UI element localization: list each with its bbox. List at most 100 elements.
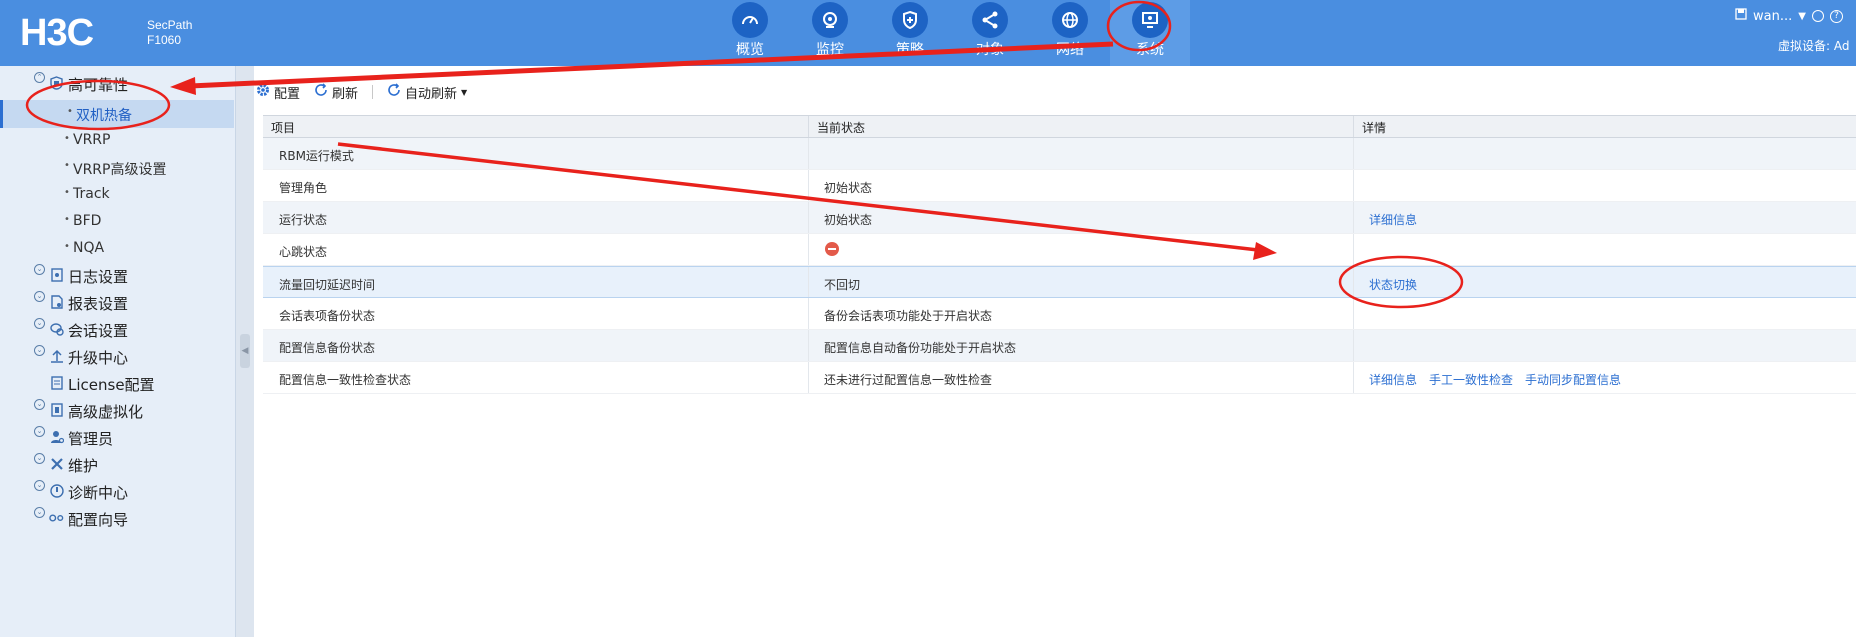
sidebar-item-advanced-virtualization[interactable]: ⌄ 高级虚拟化 bbox=[0, 397, 234, 425]
expand-icon[interactable]: ⌄ bbox=[34, 507, 45, 518]
refresh-icon bbox=[314, 83, 328, 101]
log-icon bbox=[49, 267, 64, 283]
table-row[interactable]: 管理角色 初始状态 bbox=[263, 170, 1856, 202]
sidebar-subitem-nqa[interactable]: • NQA bbox=[0, 235, 234, 263]
table-row[interactable]: 配置信息备份状态 配置信息自动备份功能处于开启状态 bbox=[263, 330, 1856, 362]
sidebar-item-diagnostic-center[interactable]: ⌄ 诊断中心 bbox=[0, 478, 234, 506]
sidebar-item-report-settings[interactable]: ⌄ 报表设置 bbox=[0, 289, 234, 317]
sidebar-subitem-vrrp[interactable]: • VRRP bbox=[0, 127, 234, 155]
column-header-item[interactable]: 项目 bbox=[263, 116, 809, 137]
nav-label: 网络 bbox=[1056, 42, 1084, 58]
manual-sync-config-link[interactable]: 手动同步配置信息 bbox=[1525, 371, 1621, 388]
sidebar-item-label: 升级中心 bbox=[68, 349, 129, 367]
sidebar-item-session-settings[interactable]: ⌄ 会话设置 bbox=[0, 316, 234, 344]
nav-policy[interactable]: 策略 bbox=[870, 0, 950, 66]
sidebar-item-label: 维护 bbox=[68, 457, 99, 475]
row-item: 运行状态 bbox=[279, 213, 328, 227]
sidebar-splitter[interactable]: ◀ bbox=[236, 66, 254, 637]
expand-icon[interactable]: ⌄ bbox=[34, 426, 45, 437]
expand-icon[interactable]: ⌄ bbox=[34, 453, 45, 464]
column-header-status[interactable]: 当前状态 bbox=[809, 116, 1354, 137]
bullet-icon: • bbox=[64, 160, 70, 171]
config-label: 配置 bbox=[274, 86, 301, 102]
sidebar-subitem-track[interactable]: • Track bbox=[0, 181, 234, 209]
sidebar-item-administrator[interactable]: ⌄ 管理员 bbox=[0, 424, 234, 452]
sidebar-subitem-vrrp-advanced[interactable]: • VRRP高级设置 bbox=[0, 154, 234, 182]
sidebar-item-upgrade-center[interactable]: ⌄ 升级中心 bbox=[0, 343, 234, 371]
sidebar-item-config-wizard[interactable]: ⌄ 配置向导 bbox=[0, 505, 234, 533]
details-link[interactable]: 详细信息 bbox=[1369, 371, 1417, 388]
row-item: RBM运行模式 bbox=[279, 149, 354, 163]
table-row[interactable]: 配置信息一致性检查状态 还未进行过配置信息一致性检查 详细信息 手工一致性检查 … bbox=[263, 362, 1856, 394]
sidebar-item-high-reliability[interactable]: ⌃ 高可靠性 bbox=[0, 70, 234, 98]
table-row[interactable]: 流量回切延迟时间 不回切 状态切换 bbox=[263, 266, 1856, 298]
table-row[interactable]: 会话表项备份状态 备份会话表项功能处于开启状态 bbox=[263, 298, 1856, 330]
save-icon[interactable] bbox=[1735, 8, 1747, 24]
manual-consistency-check-link[interactable]: 手工一致性检查 bbox=[1429, 371, 1513, 388]
table-row[interactable]: RBM运行模式 bbox=[263, 138, 1856, 170]
row-item: 会话表项备份状态 bbox=[279, 309, 376, 323]
sidebar-item-label: License配置 bbox=[68, 376, 155, 394]
bullet-icon: • bbox=[67, 106, 73, 117]
sidebar-subitem-label: BFD bbox=[73, 213, 102, 229]
bullet-icon: • bbox=[64, 187, 70, 198]
bullet-icon: • bbox=[64, 241, 70, 252]
gear-icon bbox=[256, 83, 270, 101]
row-status: 备份会话表项功能处于开启状态 bbox=[824, 309, 993, 323]
row-item: 心跳状态 bbox=[279, 245, 328, 259]
nav-label: 策略 bbox=[896, 42, 924, 58]
sidebar-item-label: 管理员 bbox=[68, 430, 114, 448]
expand-icon[interactable]: ⌄ bbox=[34, 318, 45, 329]
nav-overview[interactable]: 概览 bbox=[710, 0, 790, 66]
auto-refresh-dropdown[interactable]: 自动刷新 ▼ bbox=[387, 83, 467, 102]
nav-label: 概览 bbox=[736, 42, 764, 58]
nav-network[interactable]: 网络 bbox=[1030, 0, 1110, 66]
column-header-details[interactable]: 详情 bbox=[1354, 116, 1856, 137]
table-header: 项目 当前状态 详情 bbox=[263, 116, 1856, 138]
sidebar-subitem-bfd[interactable]: • BFD bbox=[0, 208, 234, 236]
user-name[interactable]: wan... bbox=[1753, 9, 1792, 24]
expand-icon[interactable]: ⌄ bbox=[34, 480, 45, 491]
expand-icon[interactable]: ⌄ bbox=[34, 345, 45, 356]
help-icon[interactable]: ? bbox=[1829, 9, 1843, 23]
session-icon bbox=[49, 321, 64, 337]
toolbar-divider bbox=[372, 85, 374, 99]
report-icon bbox=[49, 294, 64, 310]
product-model: SecPath F1060 bbox=[147, 18, 192, 48]
expand-icon[interactable]: ⌄ bbox=[34, 399, 45, 410]
sidebar-item-log-settings[interactable]: ⌄ 日志设置 bbox=[0, 262, 234, 290]
refresh-button[interactable]: 刷新 bbox=[314, 83, 358, 102]
row-item: 流量回切延迟时间 bbox=[279, 278, 376, 292]
bullet-icon: • bbox=[64, 133, 70, 144]
svg-text:H3C: H3C bbox=[20, 14, 94, 50]
nav-label: 监控 bbox=[816, 42, 844, 58]
nav-object[interactable]: 对象 bbox=[950, 0, 1030, 66]
expand-icon[interactable]: ⌄ bbox=[34, 264, 45, 275]
tools-icon bbox=[49, 456, 64, 472]
switch-state-link[interactable]: 状态切换 bbox=[1369, 276, 1417, 293]
product-model-number: F1060 bbox=[147, 33, 182, 47]
caret-down-icon[interactable]: ▼ bbox=[1798, 11, 1806, 22]
sidebar-subitem-label: VRRP高级设置 bbox=[73, 162, 167, 178]
main-nav: 概览 监控 策略 对象 网络 系统 bbox=[710, 0, 1190, 66]
nav-system[interactable]: 系统 bbox=[1110, 0, 1190, 66]
caret-down-icon: ▼ bbox=[461, 87, 468, 97]
nav-monitor[interactable]: 监控 bbox=[790, 0, 870, 66]
collapse-sidebar-icon[interactable]: ◀ bbox=[240, 334, 250, 368]
row-item: 配置信息备份状态 bbox=[279, 341, 376, 355]
sidebar-subitem-hot-standby[interactable]: • 双机热备 bbox=[0, 100, 234, 128]
row-status: 初始状态 bbox=[824, 181, 873, 195]
expand-icon[interactable]: ⌄ bbox=[34, 291, 45, 302]
shield-plus-icon bbox=[892, 2, 928, 38]
collapse-icon[interactable]: ⌃ bbox=[34, 72, 45, 83]
logout-icon[interactable] bbox=[1811, 10, 1824, 22]
user-menu[interactable]: wan... ▼ ? bbox=[1735, 8, 1843, 24]
table-row[interactable]: 心跳状态 bbox=[263, 234, 1856, 266]
reliability-icon bbox=[49, 75, 64, 91]
details-link[interactable]: 详细信息 bbox=[1369, 211, 1417, 228]
sidebar-item-license[interactable]: License配置 bbox=[0, 370, 234, 398]
config-button[interactable]: 配置 bbox=[256, 83, 300, 102]
sidebar-item-maintenance[interactable]: ⌄ 维护 bbox=[0, 451, 234, 479]
table-row[interactable]: 运行状态 初始状态 详细信息 bbox=[263, 202, 1856, 234]
license-icon bbox=[49, 375, 64, 391]
